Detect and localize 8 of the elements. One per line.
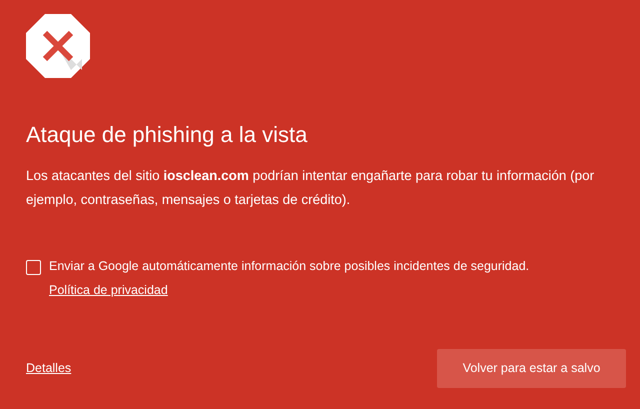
back-to-safety-button[interactable]: Volver para estar a salvo (437, 349, 626, 388)
error-icon (26, 14, 90, 78)
details-link[interactable]: Detalles (26, 359, 72, 378)
report-label: Enviar a Google automáticamente información sobre posibles incidentes de seguridad. Política de privacidad (49, 258, 530, 300)
report-checkbox[interactable] (26, 260, 41, 276)
privacy-policy-link[interactable]: Política de privacidad (49, 283, 168, 298)
warning-message: Los atacantes del sitio iosclean.com podrían intentar engañarte para robar tu información (por ejemplo, contraseñas, mensajes o tarjetas de crédito). (26, 167, 596, 210)
page-title: Ataque de phishing a la vista (26, 122, 308, 148)
